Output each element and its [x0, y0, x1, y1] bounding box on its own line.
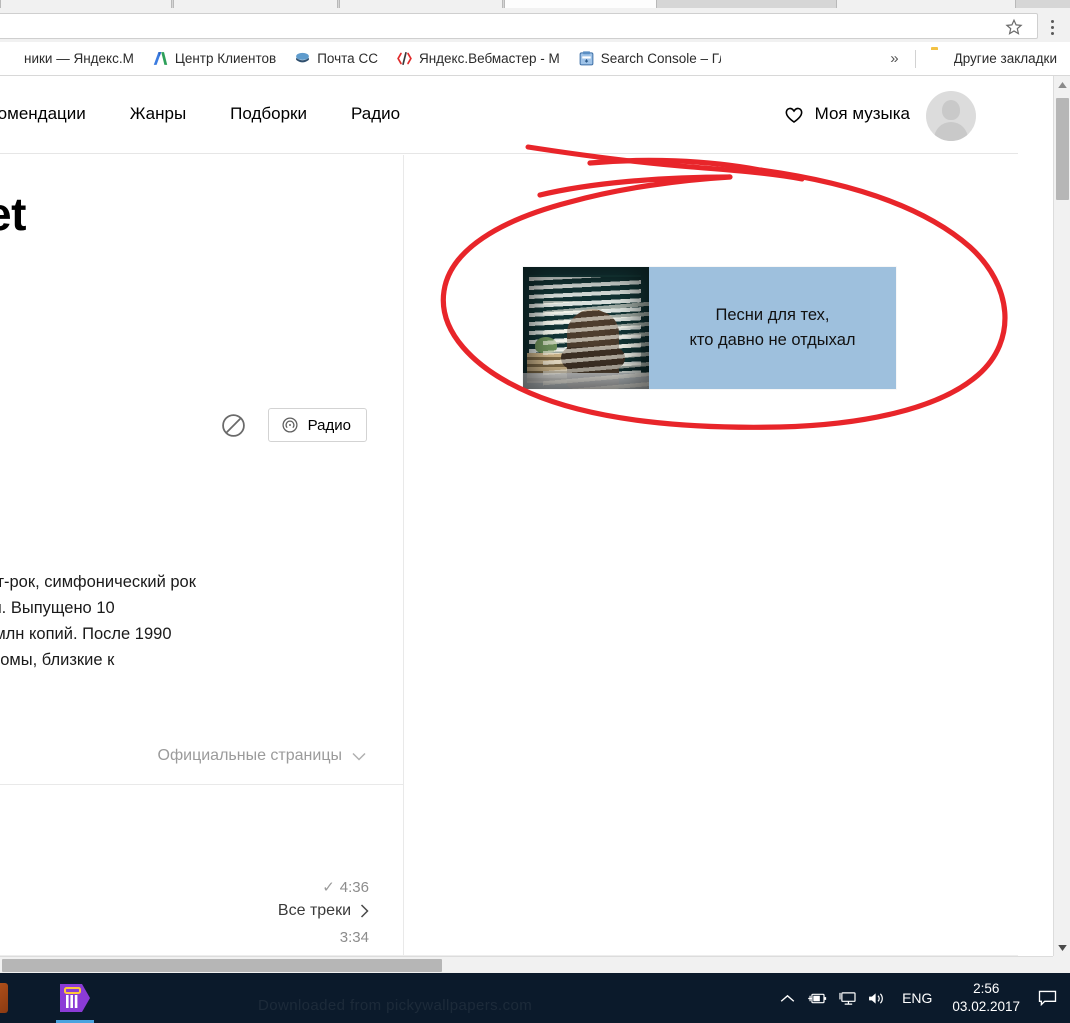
vertical-scrollbar-thumb[interactable] [1056, 98, 1069, 200]
track-duration-value: 3:34 [339, 929, 369, 946]
all-tracks-label: Все треки [277, 902, 351, 919]
official-pages-toggle[interactable]: Официальные страницы [158, 747, 366, 765]
radio-waves-icon [282, 417, 298, 433]
nav-item-collections[interactable]: Подборки [230, 104, 307, 124]
search-console-icon [578, 50, 595, 67]
browser-icon [0, 983, 8, 1013]
page-viewport: Рекомендации Жанры Подборки Радио Моя му… [0, 76, 1070, 956]
artist-bio: год в стилях арт-рок, симфонический рок … [0, 573, 196, 669]
bookmark-item-yandex-metrika[interactable]: ники — Яндекс.М [0, 47, 143, 71]
divider [914, 49, 916, 68]
bookmarks-overflow-button[interactable]: » [880, 50, 908, 67]
bookmark-label: Яндекс.Вебмастер - М [418, 51, 560, 66]
heart-outline-icon [785, 107, 803, 123]
language-indicator[interactable]: ENG [892, 990, 942, 1006]
radio-button-label: Радио [307, 416, 351, 434]
tab-stub[interactable] [173, 0, 338, 8]
screen: ники — Яндекс.М Центр Клиентов Почта CC [0, 0, 1070, 1023]
bookmark-item-webmaster[interactable]: Яндекс.Вебмастер - М [387, 47, 569, 71]
all-tracks-link[interactable]: Все треки [278, 902, 369, 920]
yandex-music-page: Рекомендации Жанры Подборки Радио Моя му… [0, 76, 1018, 956]
avatar-head [942, 100, 960, 120]
avatar-body [934, 122, 968, 141]
content-divider [403, 155, 404, 955]
promo-banner-title: Песни для тех, кто давно не отдыхал [649, 267, 896, 389]
clock-time: 2:56 [973, 981, 1000, 996]
system-tray: ENG 2:56 03.02.2017 [772, 973, 1064, 1023]
watermark-text: Downloaded from pickywallpapers.com [258, 997, 533, 1014]
nav-item-radio[interactable]: Радио [351, 104, 400, 124]
action-center-icon[interactable] [1030, 973, 1064, 1023]
radio-button[interactable]: Радио [267, 408, 367, 442]
clock[interactable]: 2:56 03.02.2017 [942, 980, 1030, 1016]
bookmark-item-client-center[interactable]: Центр Клиентов [143, 47, 285, 71]
promo-banner-photo [523, 267, 649, 389]
scroll-down-arrow[interactable] [1054, 939, 1070, 956]
mail-icon [294, 50, 311, 67]
artist-panel: et Радио год в сти [0, 155, 403, 955]
bookmark-item-search-console[interactable]: Search Console – Глав [569, 47, 730, 71]
vertical-scrollbar[interactable] [1053, 76, 1070, 956]
avatar[interactable] [926, 91, 976, 141]
battery-charging-icon[interactable] [802, 973, 832, 1023]
bookmark-item-mail-cc[interactable]: Почта CC [285, 47, 387, 71]
scroll-up-arrow[interactable] [1054, 76, 1070, 93]
my-music-link[interactable]: Моя музыка [784, 104, 910, 124]
bookmarks-bar: ники — Яндекс.М Центр Клиентов Почта CC [0, 42, 1070, 76]
main-nav: Рекомендации Жанры Подборки Радио [0, 104, 400, 124]
page-title: et [0, 188, 26, 240]
horizontal-scrollbar[interactable] [0, 956, 1053, 973]
track-duration-value: 4:36 [339, 879, 369, 896]
show-hidden-icons-button[interactable] [772, 973, 802, 1023]
ban-block-icon[interactable] [221, 413, 246, 438]
bookmark-label: Почта CC [317, 51, 378, 66]
played-check-icon: ✓ [322, 879, 335, 896]
scrollbar-corner [1053, 956, 1070, 973]
other-bookmarks-label: Другие закладки [953, 51, 1057, 66]
chevron-right-icon [360, 904, 369, 918]
taskbar-apps [0, 977, 102, 1023]
nav-item-recommendations[interactable]: Рекомендации [0, 104, 86, 124]
tab-stub[interactable] [339, 0, 503, 8]
bookmark-label: Центр Клиентов [174, 51, 277, 66]
network-display-icon[interactable] [832, 973, 862, 1023]
bookmark-label: ники — Яндекс.М [24, 51, 134, 66]
taskbar-item-browser[interactable] [0, 977, 20, 1019]
nav-item-genres[interactable]: Жанры [130, 104, 186, 124]
taskbar: Downloaded from pickywallpapers.com [0, 973, 1070, 1023]
tab-stub[interactable] [0, 0, 172, 8]
address-bar[interactable] [0, 13, 1038, 39]
adwords-icon [152, 50, 169, 67]
taskbar-item-music-app[interactable] [48, 977, 102, 1023]
music-app-icon [58, 981, 92, 1015]
horizontal-scrollbar-thumb[interactable] [2, 959, 442, 972]
my-music-label: Моя музыка [814, 104, 910, 123]
speaker-icon[interactable] [862, 973, 892, 1023]
track-duration: 3:34 [340, 929, 369, 946]
browser-toolbar [0, 8, 1070, 42]
browser-tab-strip [0, 0, 1070, 8]
chevron-down-icon [352, 752, 366, 761]
folder-icon [931, 50, 948, 67]
bookmark-star-icon[interactable] [1005, 18, 1023, 36]
chrome-menu-icon[interactable] [1042, 17, 1062, 37]
divider [0, 784, 403, 785]
page-icon [1, 50, 18, 67]
tab-stub-active[interactable] [504, 0, 657, 8]
webmaster-icon [396, 50, 413, 67]
promo-banner[interactable]: Песни для тех, кто давно не отдыхал [523, 267, 896, 389]
tab-stub[interactable] [836, 0, 1016, 8]
bookmark-label: Search Console – Глав [600, 51, 721, 66]
artist-actions: Радио [221, 408, 367, 442]
clock-date: 03.02.2017 [952, 999, 1020, 1014]
track-duration: ✓ 4:36 [322, 878, 369, 896]
official-pages-label: Официальные страницы [157, 747, 342, 764]
site-header: Рекомендации Жанры Подборки Радио Моя му… [0, 76, 1018, 154]
other-bookmarks-folder[interactable]: Другие закладки [922, 47, 1066, 71]
